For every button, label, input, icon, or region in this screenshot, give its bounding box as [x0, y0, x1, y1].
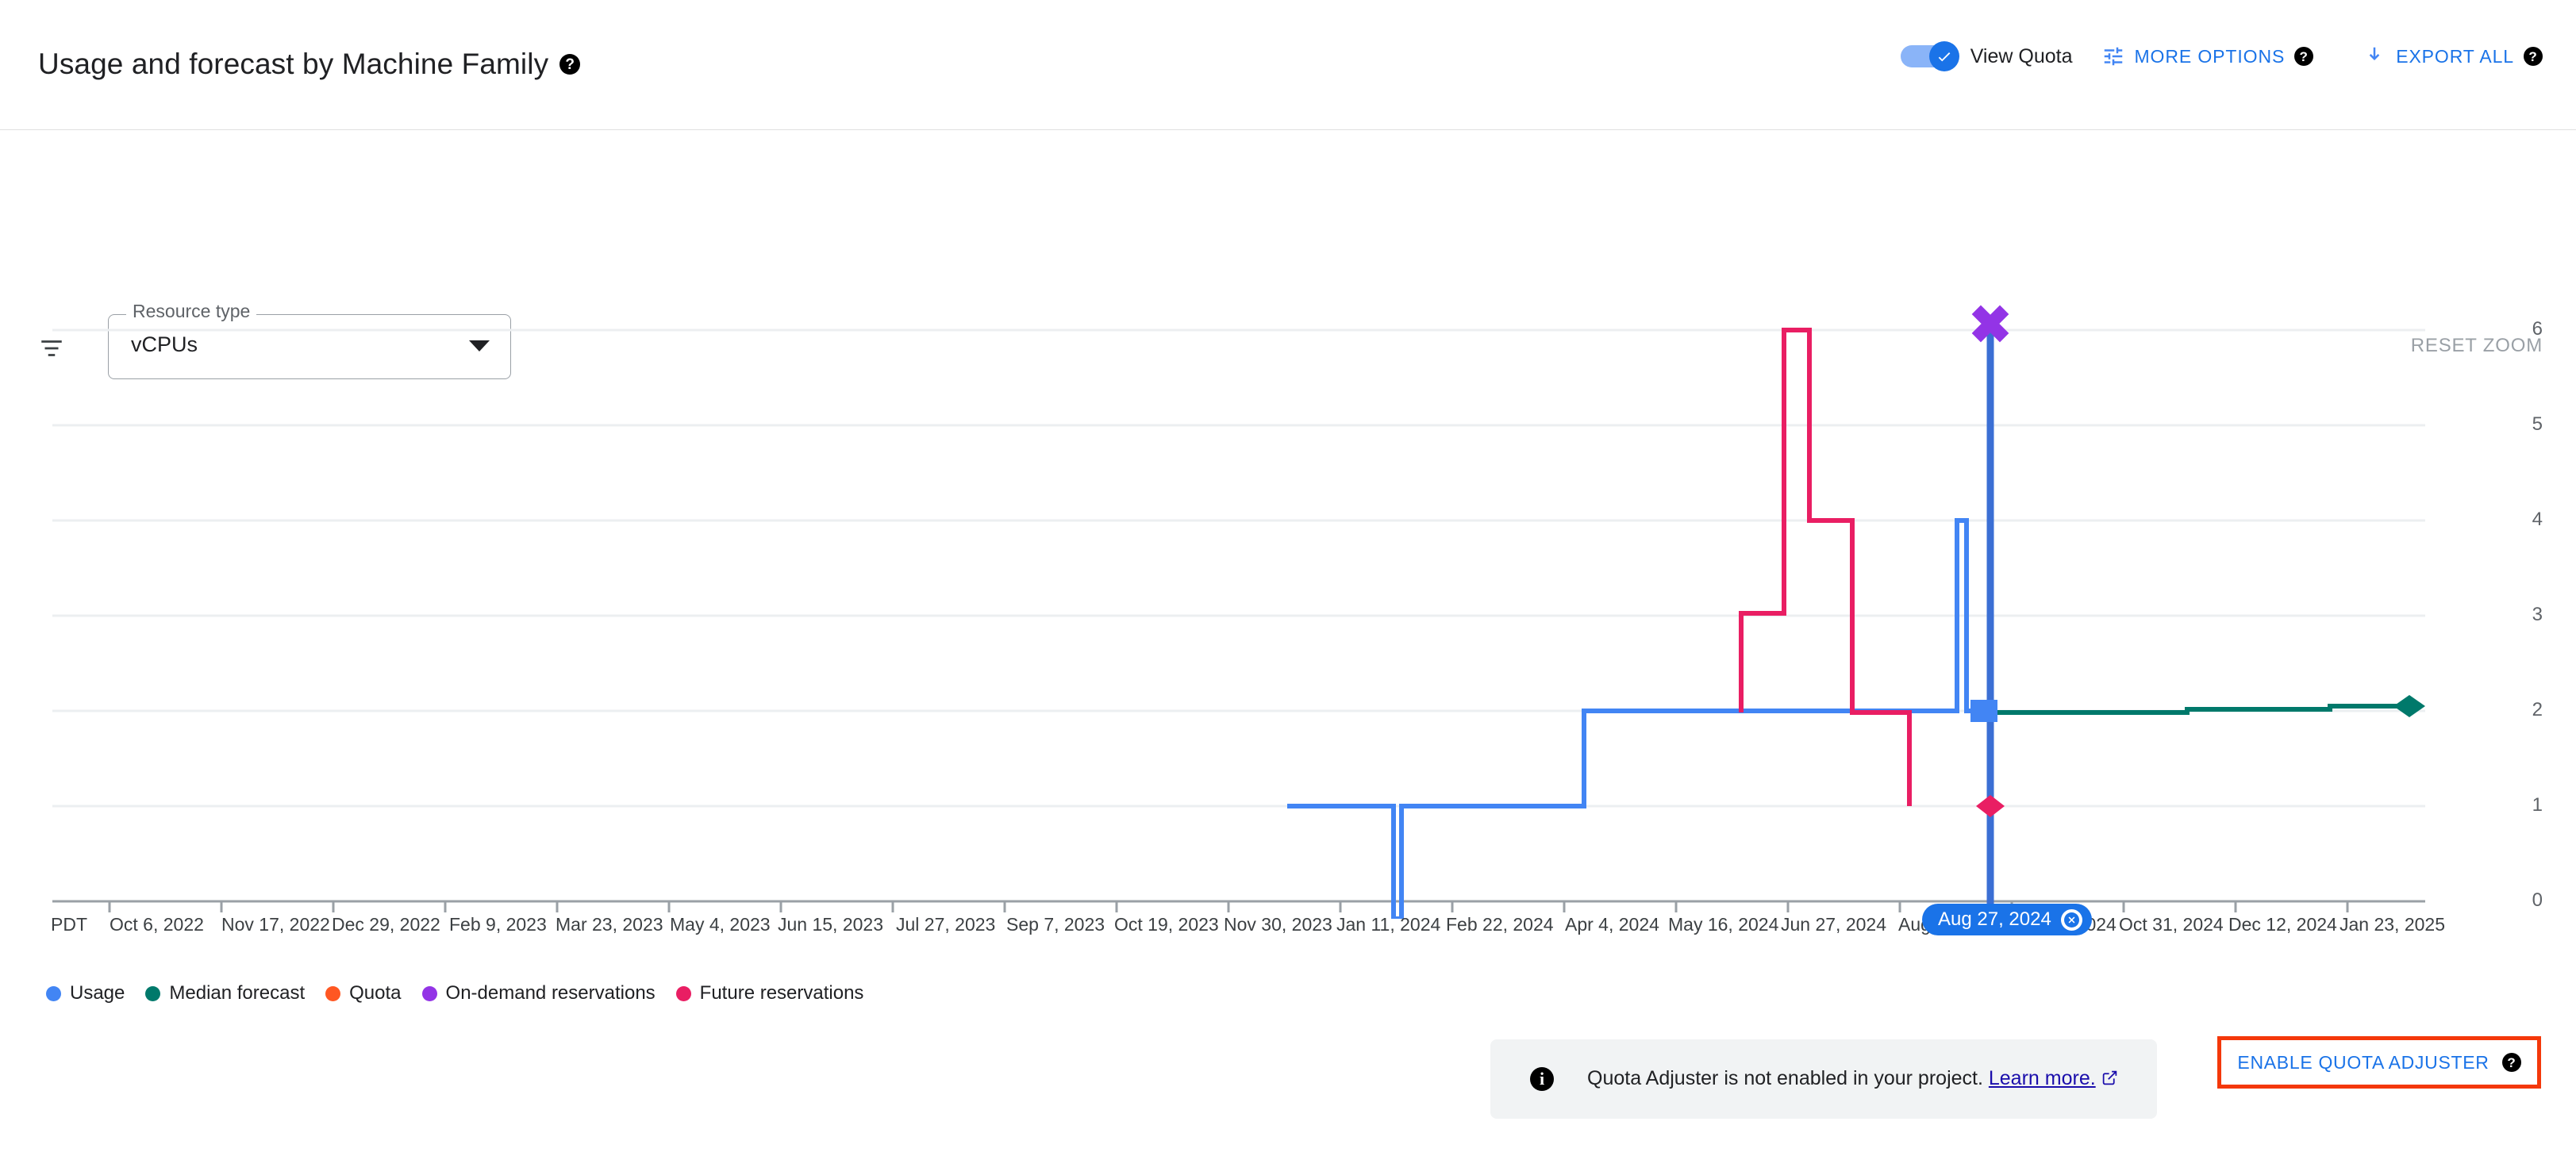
legend-item-median-forecast[interactable]: Median forecast — [145, 982, 305, 1004]
y-tick-6: 6 — [2532, 318, 2543, 340]
x-tick-6: Jun 15, 2023 — [778, 914, 884, 935]
x-tick-19: Dec 12, 2024 — [2228, 914, 2337, 935]
learn-more-link[interactable]: Learn more. — [1989, 1067, 2096, 1089]
y-tick-1: 1 — [2532, 794, 2543, 816]
legend-item-future-reservations[interactable]: Future reservations — [675, 982, 864, 1004]
export-all-button[interactable]: EXPORT ALL ? — [2363, 44, 2543, 68]
x-tick-10: Nov 30, 2023 — [1224, 914, 1332, 935]
future-reservations-marker — [1976, 795, 2005, 817]
external-link-icon[interactable] — [2101, 1069, 2118, 1091]
title-help-icon[interactable]: ? — [559, 54, 581, 75]
legend-label-on-demand-reservations: On-demand reservations — [445, 982, 656, 1004]
x-tick-15: Jun 27, 2024 — [1781, 914, 1887, 935]
info-icon: i — [1530, 1067, 1554, 1091]
y-tick-2: 2 — [2532, 699, 2543, 720]
x-tick-12: Feb 22, 2024 — [1446, 914, 1554, 935]
export-all-label: EXPORT ALL — [2396, 45, 2514, 67]
chart-cursor-pill[interactable]: Aug 27, 2024 — [1922, 904, 2092, 935]
enable-quota-adjuster-help-icon[interactable]: ? — [2501, 1053, 2521, 1072]
legend-item-quota[interactable]: Quota — [325, 982, 402, 1004]
header-actions: View Quota MORE OPTIONS ? EXPORT ALL ? — [1900, 41, 2543, 71]
legend-label-quota: Quota — [349, 982, 402, 1004]
x-tick-2: Dec 29, 2022 — [332, 914, 440, 935]
x-tick-18: Oct 31, 2024 — [2119, 914, 2224, 935]
more-options-button[interactable]: MORE OPTIONS ? — [2101, 44, 2314, 68]
cursor-pill-label: Aug 27, 2024 — [1938, 908, 2051, 930]
x-tick-tz: PDT — [51, 914, 87, 935]
more-options-label: MORE OPTIONS — [2134, 45, 2286, 67]
legend-dot-usage — [46, 985, 61, 1001]
x-tick-7: Jul 27, 2023 — [896, 914, 996, 935]
usage-forecast-panel: Usage and forecast by Machine Family ? V… — [0, 0, 2576, 1156]
switch-thumb — [1928, 41, 1959, 71]
chart-legend: Usage Median forecast Quota On-demand re… — [46, 982, 884, 1004]
x-tick-1: Nov 17, 2022 — [221, 914, 330, 935]
chart-x-axis-labels: PDT Oct 6, 2022 Nov 17, 2022 Dec 29, 202… — [0, 914, 2576, 946]
legend-label-median-forecast: Median forecast — [169, 982, 306, 1004]
more-options-help-icon[interactable]: ? — [2294, 47, 2314, 66]
page-title-text: Usage and forecast by Machine Family — [38, 48, 549, 80]
chart-plot[interactable] — [52, 292, 2465, 919]
x-tick-8: Sep 7, 2023 — [1006, 914, 1105, 935]
x-tick-0: Oct 6, 2022 — [110, 914, 204, 935]
y-tick-3: 3 — [2532, 604, 2543, 625]
export-all-help-icon[interactable]: ? — [2524, 47, 2543, 66]
download-icon — [2363, 44, 2386, 68]
usage-cursor-marker — [1970, 700, 1997, 722]
enable-quota-adjuster-label: ENABLE QUOTA ADJUSTER — [2237, 1051, 2489, 1073]
legend-dot-median-forecast — [145, 985, 161, 1001]
legend-label-future-reservations: Future reservations — [699, 982, 864, 1004]
x-tick-4: Mar 23, 2023 — [556, 914, 663, 935]
legend-dot-on-demand-reservations — [421, 985, 437, 1001]
x-tick-5: May 4, 2023 — [670, 914, 771, 935]
x-tick-20: Jan 23, 2025 — [2340, 914, 2446, 935]
view-quota-toggle-group[interactable]: View Quota — [1900, 41, 2073, 71]
series-usage — [1287, 518, 1993, 919]
cursor-close-icon[interactable] — [2060, 908, 2082, 931]
enable-quota-adjuster-button[interactable]: ENABLE QUOTA ADJUSTER ? — [2217, 1036, 2541, 1089]
x-tick-3: Feb 9, 2023 — [449, 914, 547, 935]
view-quota-switch[interactable] — [1900, 41, 1959, 71]
legend-label-usage: Usage — [70, 982, 125, 1004]
series-future-reservations — [1739, 328, 1912, 806]
y-tick-4: 4 — [2532, 509, 2543, 530]
median-forecast-end-marker — [2393, 695, 2425, 717]
x-tick-13: Apr 4, 2024 — [1565, 914, 1659, 935]
view-quota-label: View Quota — [1970, 44, 2073, 67]
chart-svg[interactable] — [52, 292, 2465, 919]
page-title: Usage and forecast by Machine Family ? — [38, 48, 581, 81]
panel-header: Usage and forecast by Machine Family ? V… — [0, 0, 2576, 130]
quota-adjuster-banner: i Quota Adjuster is not enabled in your … — [1490, 1039, 2157, 1119]
x-tick-14: May 16, 2024 — [1668, 914, 1779, 935]
y-tick-5: 5 — [2532, 413, 2543, 435]
legend-dot-quota — [325, 985, 341, 1001]
banner-message-wrap: Quota Adjuster is not enabled in your pr… — [1587, 1067, 2118, 1092]
legend-dot-future-reservations — [675, 985, 691, 1001]
tune-icon — [2101, 44, 2125, 68]
legend-item-usage[interactable]: Usage — [46, 982, 125, 1004]
banner-message: Quota Adjuster is not enabled in your pr… — [1587, 1066, 1983, 1089]
y-tick-0: 0 — [2532, 889, 2543, 911]
check-icon — [1938, 52, 1951, 62]
legend-item-on-demand-reservations[interactable]: On-demand reservations — [421, 982, 656, 1004]
x-tick-11: Jan 11, 2024 — [1336, 914, 1441, 935]
chart-area: 6 5 4 3 2 1 0 PDT Oct 6, 2022 Nov 17, 20… — [0, 270, 2576, 984]
x-tick-9: Oct 19, 2023 — [1114, 914, 1219, 935]
chart-gridlines — [52, 328, 2425, 808]
controls-row: Resource type vCPUs RESET ZOOM — [0, 130, 2576, 379]
